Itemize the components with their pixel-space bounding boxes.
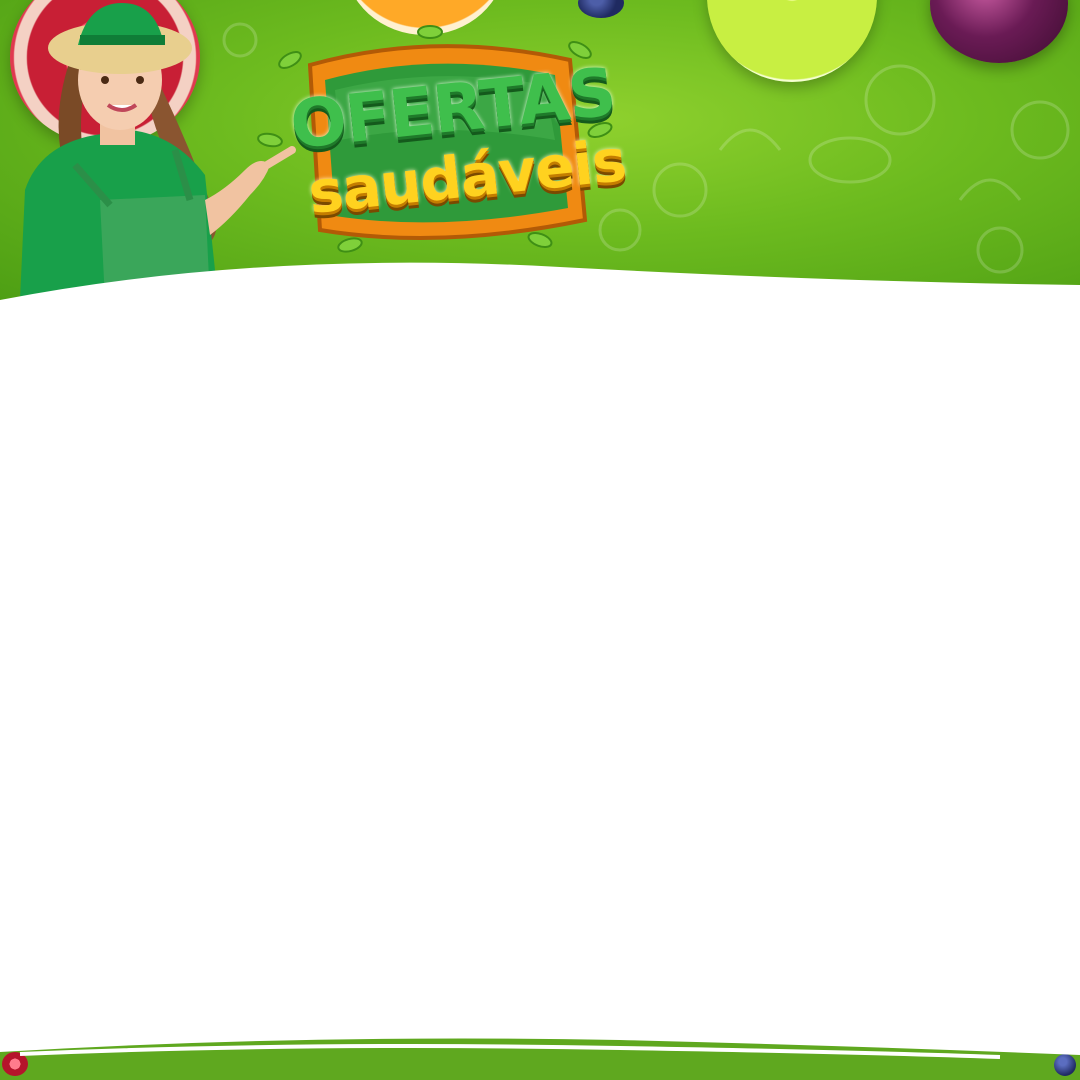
ofertas-saudaveis-logo: OFERTAS saudáveis — [250, 20, 629, 260]
bottom-wave — [0, 1030, 1080, 1059]
main-content-area — [0, 300, 1080, 1030]
